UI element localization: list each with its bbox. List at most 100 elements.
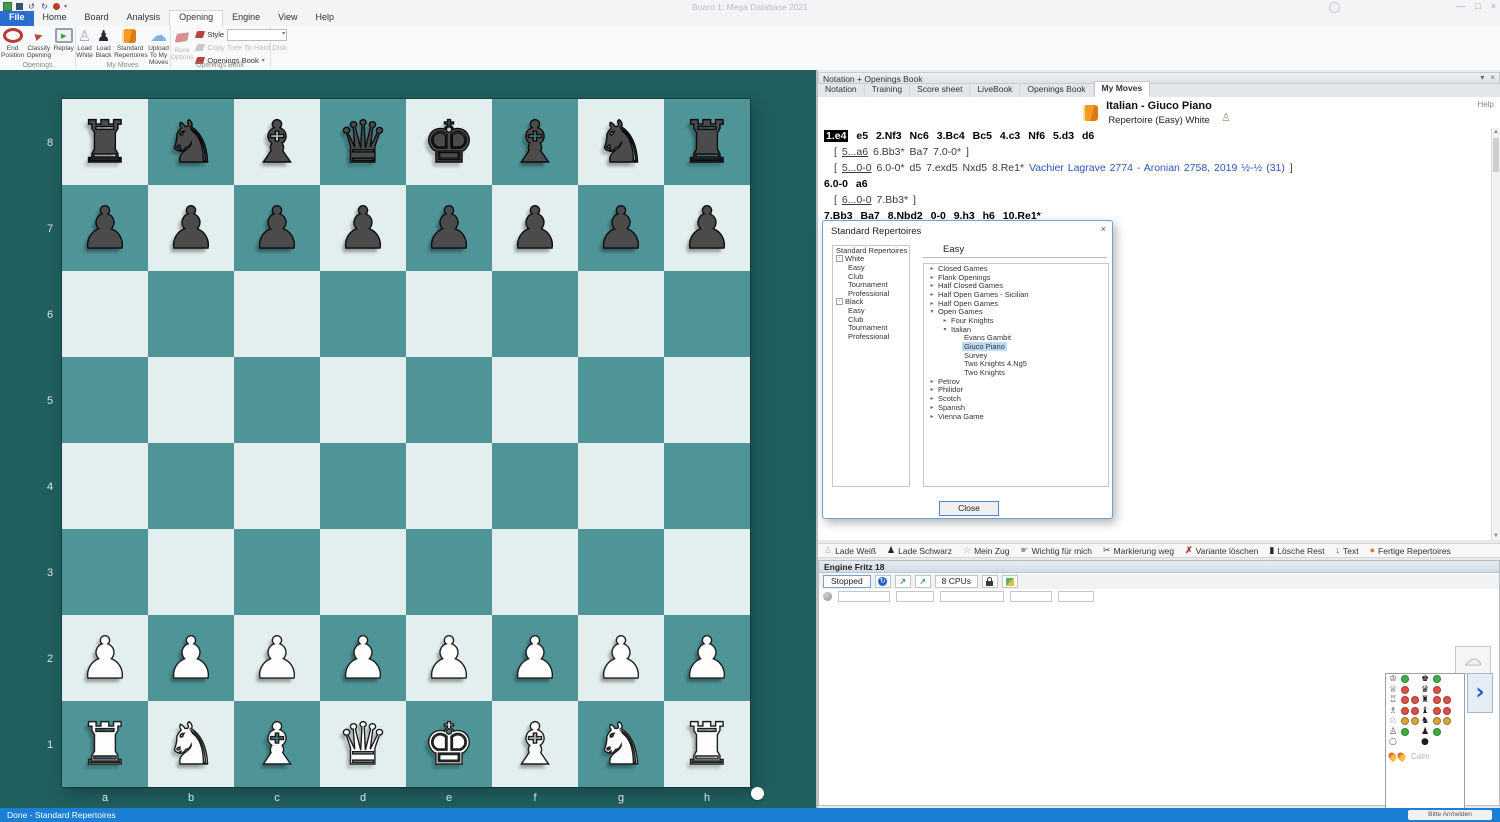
- black-piece[interactable]: ♟: [664, 185, 750, 271]
- move-text[interactable]: 5...0-0: [842, 162, 872, 174]
- engine-field-4[interactable]: [1010, 591, 1052, 602]
- black-piece[interactable]: ♞: [578, 99, 664, 185]
- square[interactable]: ♟: [148, 185, 234, 271]
- square[interactable]: [664, 271, 750, 357]
- category-item-club[interactable]: Club: [833, 272, 909, 281]
- square[interactable]: [234, 443, 320, 529]
- square[interactable]: ♛: [320, 99, 406, 185]
- black-piece[interactable]: ♟: [578, 185, 664, 271]
- dialog-close-button[interactable]: Close: [939, 501, 999, 516]
- engine-switch-button[interactable]: ↻: [875, 575, 891, 588]
- collapse-icon[interactable]: -: [836, 298, 843, 305]
- white-piece[interactable]: ♟: [578, 615, 664, 701]
- replay-button[interactable]: ▶Replay: [53, 27, 74, 52]
- opening-item-survey[interactable]: Survey: [924, 351, 1108, 360]
- square[interactable]: [320, 443, 406, 529]
- white-piece[interactable]: ♜: [62, 701, 148, 787]
- white-piece[interactable]: ♝: [492, 701, 578, 787]
- square[interactable]: [406, 271, 492, 357]
- category-item-easy[interactable]: Easy: [833, 263, 909, 272]
- opening-item-four-knights[interactable]: ▸Four Knights: [924, 316, 1108, 325]
- engine-field-2[interactable]: [896, 591, 934, 602]
- square[interactable]: ♞: [578, 99, 664, 185]
- square[interactable]: ♜: [62, 99, 148, 185]
- white-piece[interactable]: ♟: [148, 615, 234, 701]
- help-link[interactable]: Help: [1478, 100, 1494, 109]
- square[interactable]: [578, 529, 664, 615]
- engine-settings-button[interactable]: [1002, 575, 1018, 588]
- square[interactable]: [578, 357, 664, 443]
- opening-item-open-games[interactable]: ▾Open Games: [924, 307, 1108, 316]
- black-piece[interactable]: ♟: [406, 185, 492, 271]
- collapsed-icon[interactable]: ▸: [928, 413, 936, 420]
- square[interactable]: [664, 529, 750, 615]
- account-icon[interactable]: [1329, 2, 1340, 13]
- style-combobox[interactable]: ▾: [227, 29, 287, 41]
- expanded-icon[interactable]: ▾: [941, 326, 949, 333]
- scroll-down-icon[interactable]: ▼: [1492, 533, 1500, 539]
- tab-livebook[interactable]: LiveBook: [970, 83, 1020, 97]
- square[interactable]: ♝: [234, 701, 320, 787]
- square[interactable]: [492, 529, 578, 615]
- collapsed-icon[interactable]: ▸: [928, 378, 936, 385]
- opening-item-half-open-games[interactable]: ▸Half Open Games: [924, 299, 1108, 308]
- square[interactable]: [320, 357, 406, 443]
- white-piece[interactable]: ♟: [492, 615, 578, 701]
- square[interactable]: ♟: [320, 615, 406, 701]
- black-piece[interactable]: ♟: [234, 185, 320, 271]
- panel-close-icon[interactable]: ×: [1490, 73, 1495, 82]
- square[interactable]: ♟: [406, 615, 492, 701]
- black-piece[interactable]: ♟: [320, 185, 406, 271]
- opening-item-petrov[interactable]: ▸Petrov: [924, 377, 1108, 386]
- standard-repertoires-button[interactable]: Standard Repertoires: [114, 27, 146, 59]
- delete-variation-button[interactable]: ✗Variante löschen: [1185, 546, 1258, 556]
- upload-to-my-moves-button[interactable]: ☁Upload To My Moves: [148, 27, 169, 66]
- white-piece[interactable]: ♟: [62, 615, 148, 701]
- move-text[interactable]: 6...0-0: [842, 194, 872, 206]
- scroll-up-icon[interactable]: ▲: [1492, 129, 1500, 135]
- category-item-easy[interactable]: Easy: [833, 306, 909, 315]
- collapsed-icon[interactable]: ▸: [928, 386, 936, 393]
- square[interactable]: ♜: [62, 701, 148, 787]
- black-piece[interactable]: ♟: [492, 185, 578, 271]
- collapsed-icon[interactable]: ▸: [928, 395, 936, 402]
- engine-lock-button[interactable]: [982, 575, 998, 588]
- white-piece[interactable]: ♛: [320, 701, 406, 787]
- login-status-button[interactable]: Bitte Anmelden: [1408, 810, 1492, 820]
- remove-mark-button[interactable]: ✂Markierung weg: [1103, 546, 1174, 556]
- current-move[interactable]: 1.e4: [824, 130, 848, 142]
- square[interactable]: [62, 443, 148, 529]
- square[interactable]: ♟: [320, 185, 406, 271]
- collapse-icon[interactable]: -: [836, 255, 843, 262]
- square[interactable]: [148, 357, 234, 443]
- cpus-button[interactable]: 8 CPUs: [935, 575, 978, 588]
- opening-item-evans-gambit[interactable]: Evans Gambit: [924, 334, 1108, 343]
- engine-stopped-button[interactable]: Stopped: [823, 575, 871, 588]
- square[interactable]: ♛: [320, 701, 406, 787]
- black-piece[interactable]: ♞: [148, 99, 234, 185]
- square[interactable]: [406, 529, 492, 615]
- black-piece[interactable]: ♟: [148, 185, 234, 271]
- square[interactable]: ♞: [578, 701, 664, 787]
- square[interactable]: [62, 529, 148, 615]
- white-piece[interactable]: ♟: [664, 615, 750, 701]
- black-pawn-button[interactable]: ♟Lade Schwarz: [887, 546, 952, 556]
- square[interactable]: ♟: [664, 615, 750, 701]
- white-piece[interactable]: ♞: [578, 701, 664, 787]
- square[interactable]: ♟: [406, 185, 492, 271]
- white-piece[interactable]: ♟: [234, 615, 320, 701]
- black-piece[interactable]: ♝: [234, 99, 320, 185]
- square[interactable]: ♝: [492, 701, 578, 787]
- square[interactable]: [578, 443, 664, 529]
- opening-item-flank-openings[interactable]: ▸Flank Openings: [924, 273, 1108, 282]
- cloud-engine-button[interactable]: ☁: [1455, 646, 1491, 674]
- black-piece[interactable]: ♟: [62, 185, 148, 271]
- maximize-button[interactable]: □: [1475, 1, 1480, 11]
- minimize-button[interactable]: —: [1456, 1, 1465, 11]
- menu-tab-help[interactable]: Help: [307, 11, 344, 26]
- square[interactable]: [320, 271, 406, 357]
- engine-field-5[interactable]: [1058, 591, 1094, 602]
- square[interactable]: ♟: [664, 185, 750, 271]
- finished-repertoires-button[interactable]: ●Fertige Repertoires: [1370, 546, 1451, 556]
- square[interactable]: [234, 271, 320, 357]
